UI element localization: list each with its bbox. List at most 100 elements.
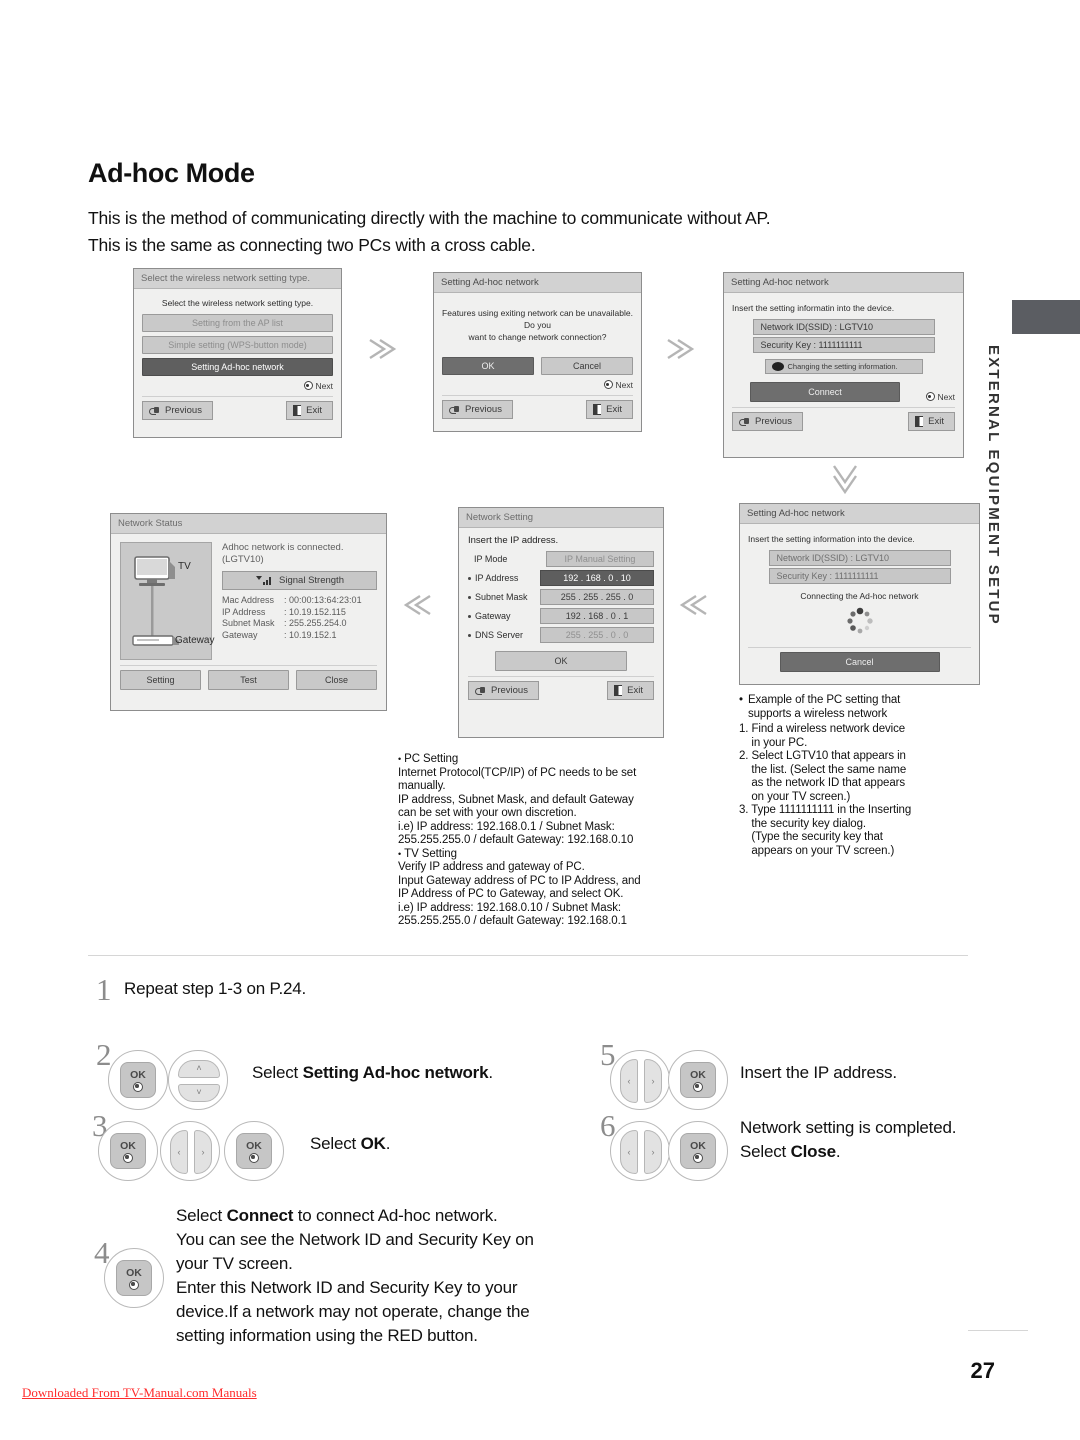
exit-button[interactable]: Exit bbox=[908, 412, 955, 431]
ip-address-value[interactable]: 192 . 168 . 0 . 10 bbox=[540, 570, 654, 586]
ok-button-glyph: OK bbox=[120, 1062, 156, 1098]
connect-button[interactable]: Connect bbox=[750, 382, 900, 402]
remote-ok-key-step2[interactable]: OK bbox=[108, 1050, 168, 1110]
dns-server-value[interactable]: 255 . 255 . 0 . 0 bbox=[540, 627, 654, 643]
left-arrow-icon[interactable]: ‹ bbox=[620, 1130, 638, 1174]
pc-setting-line-4: can be set with your own discretion. bbox=[398, 807, 577, 819]
subnet-mask-label: Subnet Mask bbox=[222, 618, 275, 628]
option-wps-simple[interactable]: Simple setting (WPS-button mode) bbox=[142, 336, 333, 354]
pc-setting-line-6: 255.255.255.0 / default Gateway: 192.168… bbox=[398, 834, 634, 846]
dialog-adhoc-info: Setting Ad-hoc network Insert the settin… bbox=[723, 272, 964, 458]
exit-icon bbox=[915, 416, 924, 427]
signal-strength-button[interactable]: Signal Strength bbox=[222, 571, 377, 590]
example-heading-line-1: Example of the PC setting that bbox=[747, 694, 901, 706]
step-2-text-post: . bbox=[488, 1063, 493, 1082]
ok-button-glyph: OK bbox=[236, 1133, 272, 1169]
remote-ok-key-step5[interactable]: OK bbox=[668, 1050, 728, 1110]
right-arrow-icon[interactable]: › bbox=[644, 1130, 662, 1174]
exit-button[interactable]: Exit bbox=[286, 401, 333, 420]
remote-ok-key-step3a[interactable]: OK bbox=[98, 1121, 158, 1181]
bullet-icon bbox=[468, 615, 471, 618]
step-2-text: Select Setting Ad-hoc network. bbox=[252, 1061, 493, 1085]
status-message: Adhoc network is connected. (LGTV10) bbox=[222, 542, 377, 566]
down-arrow-icon[interactable]: ˅ bbox=[178, 1084, 220, 1102]
exit-icon bbox=[293, 405, 302, 416]
subnet-mask-value[interactable]: 255 . 255 . 255 . 0 bbox=[540, 589, 654, 605]
mac-address-value: : 00:00:13:64:23:01 bbox=[284, 595, 362, 605]
subnet-mask-label: Subnet Mask bbox=[475, 592, 528, 602]
remote-leftright-key-step3[interactable]: ‹ › bbox=[160, 1121, 220, 1181]
right-arrow-icon[interactable]: › bbox=[644, 1059, 662, 1103]
section-divider bbox=[88, 955, 968, 956]
remote-leftright-key-step6[interactable]: ‹ › bbox=[610, 1121, 670, 1181]
step-4-line-2: You can see the Network ID and Security … bbox=[176, 1230, 534, 1249]
leftright-pad: ‹ › bbox=[620, 1059, 662, 1103]
example-heading-line-2: supports a wireless network bbox=[747, 707, 888, 720]
pc-setting-heading: • PC Setting bbox=[398, 753, 459, 765]
cancel-button[interactable]: Cancel bbox=[779, 652, 940, 672]
exit-button[interactable]: Exit bbox=[607, 681, 654, 700]
step-6-text: Network setting is completed. Select Clo… bbox=[740, 1116, 1010, 1164]
previous-button[interactable]: Previous bbox=[468, 681, 539, 700]
next-hint: Next bbox=[142, 380, 333, 391]
close-button[interactable]: Close bbox=[296, 670, 377, 690]
previous-button[interactable]: Previous bbox=[142, 401, 213, 420]
remote-ok-key-step6[interactable]: OK bbox=[668, 1121, 728, 1181]
previous-label: Previous bbox=[491, 685, 528, 696]
previous-icon bbox=[475, 686, 486, 695]
ip-address-label: IP Address bbox=[475, 573, 519, 583]
step-4-line-5: device.If a network may not operate, cha… bbox=[176, 1302, 530, 1321]
test-button[interactable]: Test bbox=[208, 670, 289, 690]
gateway-value[interactable]: 192 . 168 . 0 . 1 bbox=[540, 608, 654, 624]
option-ap-list[interactable]: Setting from the AP list bbox=[142, 314, 333, 332]
exit-button[interactable]: Exit bbox=[586, 400, 633, 419]
ip-address-label: IP Address bbox=[222, 606, 266, 617]
option-adhoc[interactable]: Setting Ad-hoc network bbox=[142, 358, 333, 376]
next-hint: Next bbox=[442, 379, 633, 390]
divider bbox=[732, 407, 955, 408]
message-line-1: Features using exiting network can be un… bbox=[442, 308, 633, 330]
gateway-detail-label: Gateway bbox=[222, 629, 258, 640]
step-6-line-1: Network setting is completed. bbox=[740, 1118, 957, 1137]
cancel-button[interactable]: Cancel bbox=[541, 357, 633, 375]
remote-ok-key-step3b[interactable]: OK bbox=[224, 1121, 284, 1181]
exit-label: Exit bbox=[928, 416, 944, 427]
dialog-network-setting: Network Setting Insert the IP address. I… bbox=[458, 507, 664, 738]
bullet-icon bbox=[468, 634, 471, 637]
step-3-text-post: . bbox=[385, 1134, 391, 1153]
right-arrow-icon[interactable]: › bbox=[194, 1130, 212, 1174]
up-arrow-icon[interactable]: ˄ bbox=[178, 1060, 220, 1078]
remote-leftright-key-step5[interactable]: ‹ › bbox=[610, 1050, 670, 1110]
change-setting-label: Changing the setting information. bbox=[787, 362, 898, 371]
ok-button-glyph: OK bbox=[110, 1133, 146, 1169]
ok-button[interactable]: OK bbox=[495, 651, 627, 671]
left-arrow-icon[interactable]: ‹ bbox=[170, 1130, 188, 1174]
tv-setting-line-4: i.e) IP address: 192.168.0.10 / Subnet M… bbox=[398, 901, 621, 914]
example-step-3c: (Type the security key that bbox=[739, 831, 883, 843]
ok-button-glyph: OK bbox=[680, 1062, 716, 1098]
flow-arrow-right-2 bbox=[664, 334, 698, 364]
download-notice[interactable]: Downloaded From TV-Manual.com Manuals bbox=[22, 1385, 257, 1401]
setting-button[interactable]: Setting bbox=[120, 670, 201, 690]
tv-setting-line-5: 255.255.255.0 / default Gateway: 192.168… bbox=[398, 915, 627, 927]
ip-mode-label: IP Mode bbox=[474, 554, 508, 564]
network-diagram: TV Gateway bbox=[120, 542, 214, 660]
previous-label: Previous bbox=[755, 416, 792, 427]
pc-setting-line-3: IP address, Subnet Mask, and default Gat… bbox=[398, 793, 634, 806]
next-dot-icon bbox=[303, 381, 313, 390]
notes-pc-example: • Example of the PC setting that support… bbox=[739, 694, 989, 858]
remote-ok-key-step4[interactable]: OK bbox=[104, 1248, 164, 1308]
change-setting-hint[interactable]: Changing the setting information. bbox=[764, 359, 923, 374]
page-title: Ad-hoc Mode bbox=[88, 158, 255, 188]
ip-mode-value[interactable]: IP Manual Setting bbox=[546, 551, 654, 567]
ok-button[interactable]: OK bbox=[442, 357, 534, 375]
step-3-text-pre: Select bbox=[310, 1134, 361, 1153]
previous-button[interactable]: Previous bbox=[442, 400, 513, 419]
step-5-text: Insert the IP address. bbox=[740, 1063, 897, 1082]
left-arrow-icon[interactable]: ‹ bbox=[620, 1059, 638, 1103]
remote-updown-key-step2[interactable]: ˄ ˅ bbox=[168, 1050, 228, 1110]
tv-setting-line-2: Input Gateway address of PC to IP Addres… bbox=[398, 874, 641, 887]
previous-icon bbox=[449, 405, 460, 414]
ok-dot-icon bbox=[693, 1153, 703, 1163]
previous-button[interactable]: Previous bbox=[732, 412, 803, 431]
